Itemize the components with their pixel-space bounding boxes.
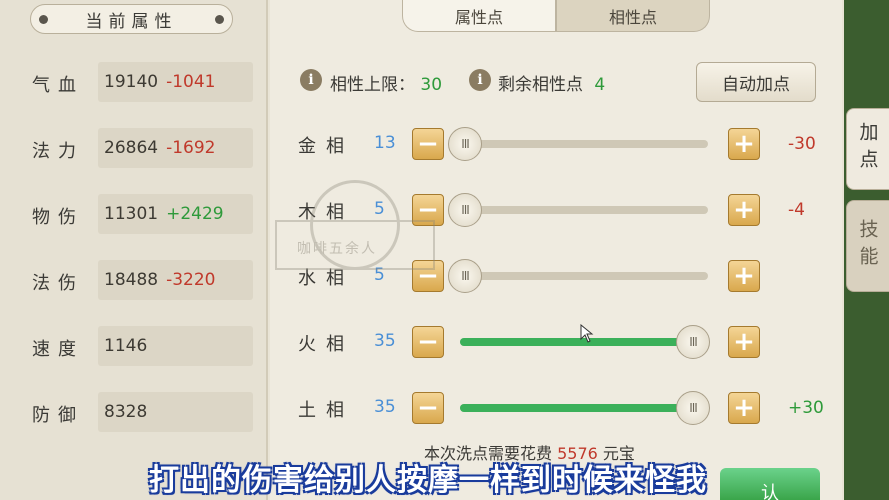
affinity-limit: 相性上限： 30 — [330, 70, 442, 95]
affinity-row-metal: 金相 13 − III + -30 — [0, 126, 889, 162]
affinity-value: 35 — [374, 331, 396, 351]
mouse-cursor-icon — [580, 324, 594, 343]
affinity-slider[interactable]: III — [448, 259, 708, 293]
video-subtitle: 打出的伤害给别人按摩一样到时候来怪我 — [149, 463, 707, 498]
increase-button[interactable]: + — [728, 392, 760, 424]
affinity-delta: -30 — [788, 134, 816, 154]
increase-button[interactable]: + — [728, 128, 760, 160]
tab-attribute-points[interactable]: 属性点 — [402, 0, 556, 32]
affinity-label: 火相 — [298, 334, 354, 355]
affinity-value: 13 — [374, 133, 396, 153]
decrease-button[interactable]: − — [412, 392, 444, 424]
affinity-row-earth: 土相 35 − III + +30 — [0, 390, 889, 426]
title-ornament-right-icon — [215, 15, 224, 24]
decrease-button[interactable]: − — [412, 128, 444, 160]
affinity-limit-label: 相性上限： — [330, 75, 415, 95]
point-tabs: 属性点 相性点 — [402, 0, 710, 32]
title-ornament-left-icon — [39, 15, 48, 24]
stat-value-box: 19140 -1041 — [98, 62, 253, 102]
stat-row-hp: 气血 19140 -1041 — [0, 62, 268, 102]
slider-handle[interactable]: III — [448, 259, 482, 293]
affinity-slider[interactable]: III — [460, 391, 710, 425]
current-attributes-title: 当前属性 — [30, 4, 233, 34]
affinity-label: 土相 — [298, 400, 354, 421]
game-window: 当前属性 气血 19140 -1041 法力 26864 -1692 物伤 11… — [0, 0, 889, 500]
info-icon[interactable]: i — [300, 69, 322, 91]
slider-handle[interactable]: III — [448, 193, 482, 227]
slider-handle[interactable]: III — [448, 127, 482, 161]
affinity-delta: -4 — [788, 200, 805, 220]
panel-title-text: 当前属性 — [85, 11, 178, 32]
stat-delta: -1041 — [166, 72, 216, 92]
tab-affinity-points[interactable]: 相性点 — [556, 0, 710, 32]
stat-value: 19140 — [104, 72, 159, 92]
watermark-logo: 咖啡五余人 — [275, 180, 435, 290]
slider-handle[interactable]: III — [676, 325, 710, 359]
remaining-points-label: 剩余相性点 — [498, 75, 583, 95]
slider-handle[interactable]: III — [676, 391, 710, 425]
affinity-limit-value: 30 — [420, 75, 443, 95]
slider-fill — [460, 404, 708, 412]
side-tab-allocate[interactable]: 加点 — [846, 108, 889, 190]
affinity-row-fire: 火相 35 − III + — [0, 324, 889, 360]
info-icon[interactable]: i — [469, 69, 491, 91]
affinity-slider[interactable]: III — [448, 127, 708, 161]
stat-label: 气血 — [32, 75, 84, 96]
side-tab-skills[interactable]: 技能 — [846, 200, 889, 292]
increase-button[interactable]: + — [728, 326, 760, 358]
auto-allocate-button[interactable]: 自动加点 — [696, 62, 816, 102]
watermark-text: 咖啡五余人 — [297, 241, 377, 257]
increase-button[interactable]: + — [728, 194, 760, 226]
remaining-points-value: 4 — [594, 75, 606, 95]
affinity-delta: +30 — [788, 398, 824, 418]
increase-button[interactable]: + — [728, 260, 760, 292]
affinity-row-wood: 木相 5 − III + -4 — [0, 192, 889, 228]
affinity-slider[interactable]: III — [448, 193, 708, 227]
affinity-label: 金相 — [298, 136, 354, 157]
affinity-value: 35 — [374, 397, 396, 417]
remaining-points: 剩余相性点 4 — [498, 70, 605, 95]
decrease-button[interactable]: − — [412, 326, 444, 358]
affinity-row-water: 水相 5 − III + — [0, 258, 889, 294]
